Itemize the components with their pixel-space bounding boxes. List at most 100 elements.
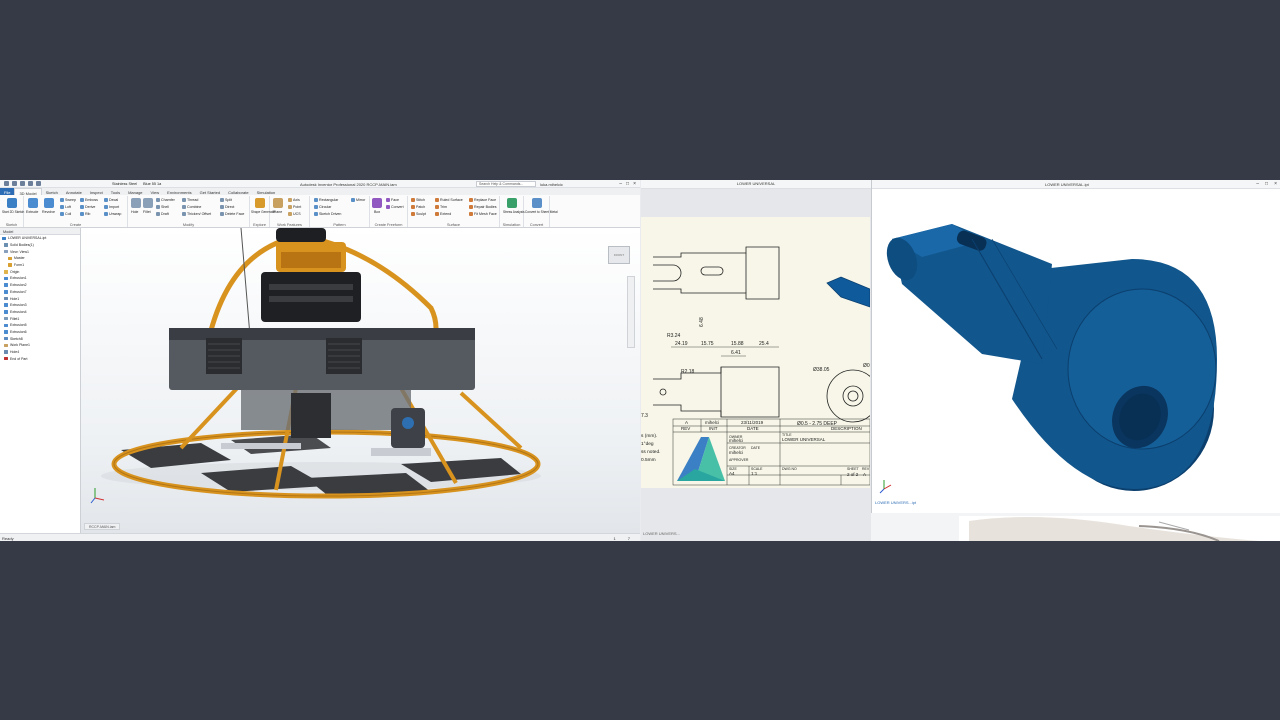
browser-item[interactable]: Hole4 xyxy=(0,349,80,356)
repair-bodies-label[interactable]: Repair Bodies xyxy=(474,205,497,209)
convert-sheet-metal-label[interactable]: Convert to Sheet Metal xyxy=(525,210,558,214)
thread-label[interactable]: Thread xyxy=(187,198,198,202)
sculpt-label[interactable]: Sculpt xyxy=(416,212,426,216)
box-icon[interactable] xyxy=(372,198,382,208)
graphics-viewport[interactable]: FRONT xyxy=(81,228,640,533)
thicken-label[interactable]: Thicken/ Offset xyxy=(187,212,211,216)
browser-item[interactable]: Fillet1 xyxy=(0,315,80,322)
direct-icon[interactable] xyxy=(220,205,224,209)
replace-face-label[interactable]: Replace Face xyxy=(474,198,496,202)
patch-icon[interactable] xyxy=(411,205,415,209)
tab-3d-model[interactable]: 3D Model xyxy=(14,188,42,196)
part-minimize-button[interactable]: – xyxy=(1256,181,1259,187)
patch-label[interactable]: Patch xyxy=(416,205,425,209)
replace-face-icon[interactable] xyxy=(469,198,473,202)
trim-icon[interactable] xyxy=(435,205,439,209)
user-name[interactable]: luka.mihelcic xyxy=(540,182,563,187)
unwrap-icon[interactable] xyxy=(104,212,108,216)
browser-item[interactable]: Extrusion7 xyxy=(0,289,80,296)
box-label[interactable]: Box xyxy=(374,210,380,214)
axis-label[interactable]: Axis xyxy=(293,198,300,202)
minimize-button[interactable]: – xyxy=(619,181,622,187)
unwrap-label[interactable]: Unwrap xyxy=(109,212,121,216)
sculpt-icon[interactable] xyxy=(411,212,415,216)
rib-label[interactable]: Rib xyxy=(85,212,90,216)
circular-label[interactable]: Circular xyxy=(319,205,331,209)
browser-item[interactable]: End of Part xyxy=(0,355,80,362)
plane-icon[interactable] xyxy=(273,198,283,208)
search-input[interactable]: Search Help & Commands... xyxy=(476,181,536,187)
chamfer-icon[interactable] xyxy=(156,198,160,202)
drawing-doc-tab[interactable]: LOWER UNIVERS... xyxy=(643,531,680,536)
maximize-button[interactable]: □ xyxy=(626,181,629,187)
fit-mesh-face-label[interactable]: Fit Mesh Face xyxy=(474,212,497,216)
sketch-driven-icon[interactable] xyxy=(314,212,318,216)
tab-sketch[interactable]: Sketch xyxy=(42,188,62,195)
browser-item[interactable]: Sketch8 xyxy=(0,335,80,342)
material-select[interactable]: Stainless Steel xyxy=(112,182,137,186)
draft-label[interactable]: Draft xyxy=(161,212,169,216)
browser-item[interactable]: Extrusion6 xyxy=(0,329,80,336)
trim-label[interactable]: Trim xyxy=(440,205,447,209)
combine-label[interactable]: Combine xyxy=(187,205,201,209)
viewcube[interactable]: FRONT xyxy=(608,246,630,264)
open-icon[interactable] xyxy=(12,181,17,186)
tab-environments[interactable]: Environments xyxy=(163,188,195,195)
loft-label[interactable]: Loft xyxy=(65,205,71,209)
tab-collaborate[interactable]: Collaborate xyxy=(224,188,252,195)
browser-item[interactable]: Form1 xyxy=(0,262,80,269)
revolve-icon[interactable] xyxy=(44,198,54,208)
start-sketch-label[interactable]: Start 2D Sketch xyxy=(2,210,24,214)
circular-icon[interactable] xyxy=(314,205,318,209)
part-close-button[interactable]: × xyxy=(1274,181,1277,187)
browser-item[interactable]: Extrusion1 xyxy=(0,275,80,282)
convert-sheet-metal-icon[interactable] xyxy=(532,198,542,208)
coil-label[interactable]: Coil xyxy=(65,212,71,216)
document-tab[interactable]: RCCP-MAIN.iam xyxy=(84,523,121,530)
convert-label[interactable]: Convert xyxy=(391,205,404,209)
undo-icon[interactable] xyxy=(28,181,33,186)
tab-manage[interactable]: Manage xyxy=(124,188,146,195)
browser-item[interactable]: Extrusion5 xyxy=(0,322,80,329)
fillet-label[interactable]: Fillet xyxy=(143,210,151,214)
shape-generator-icon[interactable] xyxy=(255,198,265,208)
fillet-icon[interactable] xyxy=(143,198,153,208)
sketch-driven-label[interactable]: Sketch Driven xyxy=(319,212,341,216)
emboss-label[interactable]: Emboss xyxy=(85,198,98,202)
tab-file[interactable]: File xyxy=(0,188,15,195)
navigation-bar[interactable] xyxy=(627,276,635,348)
loft-icon[interactable] xyxy=(60,205,64,209)
sweep-icon[interactable] xyxy=(60,198,64,202)
extrude-label[interactable]: Extrude xyxy=(26,210,38,214)
browser-item[interactable]: Extrusion4 xyxy=(0,309,80,316)
redo-icon[interactable] xyxy=(36,181,41,186)
ruled-surface-label[interactable]: Ruled Surface xyxy=(440,198,463,202)
chamfer-label[interactable]: Chamfer xyxy=(161,198,175,202)
new-icon[interactable] xyxy=(4,181,9,186)
browser-item[interactable]: Hole1 xyxy=(0,295,80,302)
drawing-sheet[interactable]: R3.24 24.19 15.75 15.88 25.4 6.41 6.48 R… xyxy=(641,217,870,488)
combine-icon[interactable] xyxy=(182,205,186,209)
tab-view[interactable]: View xyxy=(147,188,164,195)
stress-analysis-label[interactable]: Stress Analysis xyxy=(503,210,525,214)
repair-bodies-icon[interactable] xyxy=(469,205,473,209)
tab-inspect[interactable]: Inspect xyxy=(86,188,107,195)
stress-analysis-icon[interactable] xyxy=(507,198,517,208)
part-maximize-button[interactable]: □ xyxy=(1265,181,1268,187)
browser-item[interactable]: Master xyxy=(0,255,80,262)
rectangular-icon[interactable] xyxy=(314,198,318,202)
decal-icon[interactable] xyxy=(104,198,108,202)
split-label[interactable]: Split xyxy=(225,198,232,202)
coil-icon[interactable] xyxy=(60,212,64,216)
convert-icon[interactable] xyxy=(386,205,390,209)
browser-item[interactable]: Work Plane1 xyxy=(0,342,80,349)
import-label[interactable]: Import xyxy=(109,205,119,209)
browser-item[interactable]: Extrusion3 xyxy=(0,302,80,309)
ucs-label[interactable]: UCS xyxy=(293,212,301,216)
revolve-label[interactable]: Revolve xyxy=(42,210,55,214)
mirror-icon[interactable] xyxy=(351,198,355,202)
extend-icon[interactable] xyxy=(435,212,439,216)
browser-header[interactable]: Model xyxy=(0,228,80,235)
stitch-icon[interactable] xyxy=(411,198,415,202)
tab-tools[interactable]: Tools xyxy=(107,188,124,195)
